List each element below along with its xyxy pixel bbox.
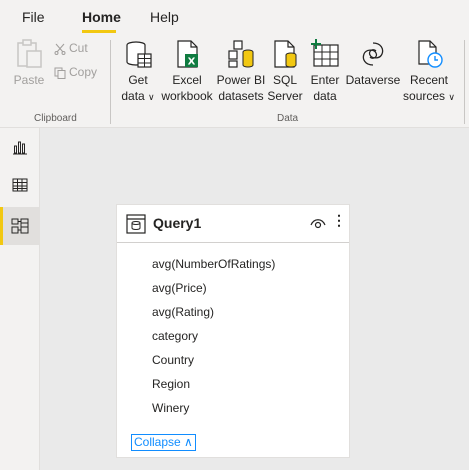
paste-button[interactable]: Paste xyxy=(12,38,46,88)
pbi-label-1: Power BI xyxy=(216,73,266,87)
recent-sources-icon xyxy=(418,40,443,68)
recent-sources-button[interactable]: Recent sources ∨ xyxy=(403,38,455,105)
pbi-label-2: datasets xyxy=(218,89,264,103)
field-item[interactable]: category xyxy=(152,329,198,343)
table-card-title: Query1 xyxy=(153,215,202,231)
excel-label-1: Excel xyxy=(172,73,202,87)
tab-file[interactable]: File xyxy=(22,9,45,25)
table-card[interactable]: Query1 ⋮ avg(NumberOfRatings) avg(Price)… xyxy=(116,204,350,458)
sql-label-1: SQL xyxy=(272,73,297,87)
copy-icon xyxy=(54,67,66,79)
copy-label: Copy xyxy=(69,65,98,79)
active-view-indicator xyxy=(0,207,3,245)
table-card-header[interactable]: Query1 ⋮ xyxy=(117,205,349,243)
get-data-label-1: Get xyxy=(128,73,148,87)
data-group-label: Data xyxy=(277,113,299,124)
enter-data-button[interactable]: Enter data xyxy=(307,38,343,104)
clipboard-group-label: Clipboard xyxy=(34,113,77,124)
get-data-button[interactable]: Get data ∨ xyxy=(118,38,158,105)
recent-label-1: Recent xyxy=(409,73,449,87)
ribbon: Paste Cut Copy Clipboard Get data ∨ X Ex… xyxy=(0,34,469,128)
enter-label-2: data xyxy=(313,89,337,103)
paste-label: Paste xyxy=(13,73,45,87)
chevron-up-icon: ∧ xyxy=(184,435,193,449)
enter-data-icon xyxy=(311,39,339,67)
collapse-label: Collapse xyxy=(134,435,181,449)
collapse-button[interactable]: Collapse ∧ xyxy=(131,434,196,451)
menu-bar: File Home Help xyxy=(0,0,469,34)
sql-label-2: Server xyxy=(267,89,303,103)
group-separator xyxy=(110,40,111,124)
chevron-down-icon: ∨ xyxy=(448,92,455,102)
field-item[interactable]: avg(Rating) xyxy=(152,305,214,319)
excel-label-2: workbook xyxy=(161,89,213,103)
powerbi-dataset-icon xyxy=(228,40,254,68)
database-icon xyxy=(126,41,152,68)
cut-button[interactable]: Cut xyxy=(54,41,88,55)
sql-server-button[interactable]: SQL Server xyxy=(267,38,303,104)
field-item[interactable]: Country xyxy=(152,353,194,367)
enter-label-1: Enter xyxy=(310,73,340,87)
field-item[interactable]: Region xyxy=(152,377,190,391)
field-item[interactable]: avg(NumberOfRatings) xyxy=(152,257,275,271)
eye-icon[interactable] xyxy=(310,216,326,230)
powerbi-datasets-button[interactable]: Power BI datasets xyxy=(215,38,267,104)
report-view-button[interactable] xyxy=(0,128,40,166)
more-options-icon[interactable]: ⋮ xyxy=(332,213,346,227)
get-data-label-2: data xyxy=(121,89,145,103)
paste-icon xyxy=(17,39,42,68)
table-database-icon xyxy=(126,214,146,234)
excel-workbook-button[interactable]: X Excel workbook xyxy=(160,38,214,104)
cut-label: Cut xyxy=(69,41,88,55)
data-view-button[interactable] xyxy=(0,166,40,204)
field-item[interactable]: avg(Price) xyxy=(152,281,207,295)
active-tab-indicator xyxy=(82,30,116,33)
chevron-down-icon: ∨ xyxy=(148,92,155,102)
sql-server-icon xyxy=(274,40,297,68)
excel-icon: X xyxy=(177,40,198,68)
tab-home[interactable]: Home xyxy=(82,9,121,25)
model-view-button[interactable] xyxy=(0,207,40,245)
field-item[interactable]: Winery xyxy=(152,401,189,415)
tab-help[interactable]: Help xyxy=(150,9,179,25)
recent-label-2: sources xyxy=(403,89,446,103)
view-switcher xyxy=(0,128,40,470)
copy-button[interactable]: Copy xyxy=(54,65,97,79)
table-icon xyxy=(12,178,28,192)
dataverse-button[interactable]: Dataverse xyxy=(345,38,401,88)
dataverse-label: Dataverse xyxy=(345,73,401,87)
scissors-icon xyxy=(54,43,66,55)
model-icon xyxy=(11,218,29,234)
group-separator xyxy=(464,40,465,124)
svg-text:X: X xyxy=(188,57,196,68)
dataverse-icon xyxy=(362,42,384,66)
bar-chart-icon xyxy=(13,141,27,155)
